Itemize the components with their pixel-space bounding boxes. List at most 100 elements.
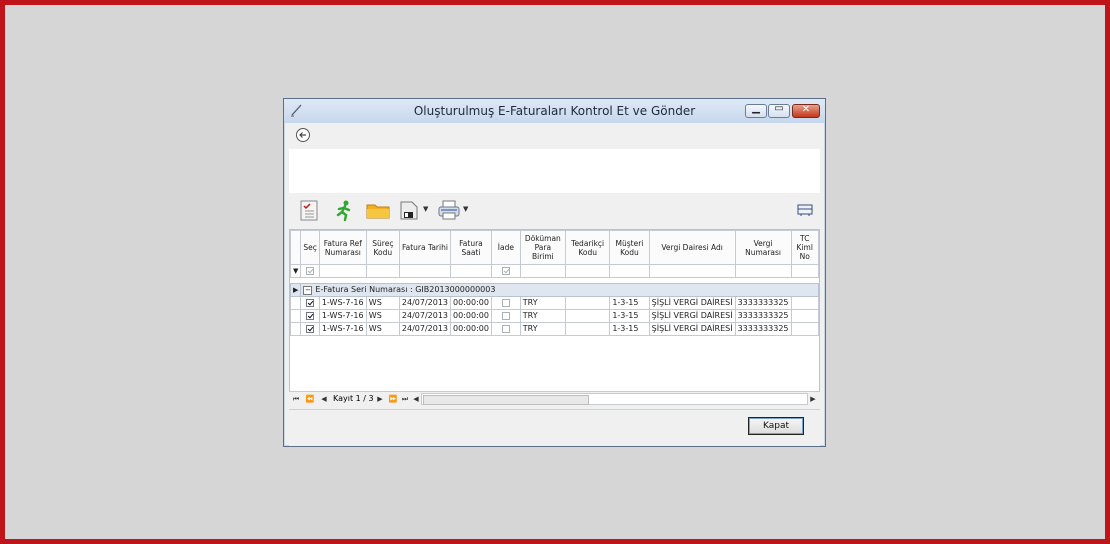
print-dropdown-icon[interactable]: ▼: [463, 205, 468, 213]
group-row[interactable]: ▶ − E-Fatura Seri Numarası : GIB201300000…: [290, 283, 819, 297]
iade-checkbox[interactable]: [501, 298, 510, 307]
checklist-icon[interactable]: [297, 199, 321, 221]
cell-musteri: 1-3-15: [609, 309, 650, 323]
column-header[interactable]: Süreç Kodu: [365, 230, 400, 265]
last-page-icon[interactable]: ⏭: [400, 394, 410, 404]
horizontal-scrollbar[interactable]: [421, 393, 808, 405]
filter-cell[interactable]: [318, 264, 367, 278]
column-header[interactable]: İade: [490, 230, 521, 265]
row-select-checkbox[interactable]: [306, 324, 315, 333]
cell-para: TRY: [519, 296, 566, 310]
column-header[interactable]: Vergi Numarası: [734, 230, 792, 265]
folder-icon[interactable]: [366, 199, 390, 221]
filter-cell[interactable]: [564, 264, 611, 278]
minimize-button[interactable]: ▁: [745, 103, 767, 118]
toolbar: ▼ ▼: [289, 196, 820, 226]
cell-saat: 00:00:00: [450, 309, 492, 323]
column-header[interactable]: Vergi Dairesi Adı: [648, 230, 736, 265]
table-row[interactable]: 1-WS-7-16 WS 24/07/2013 00:00:00 TRY 1-3…: [290, 309, 819, 323]
cell-tarih: 24/07/2013: [398, 309, 452, 323]
cell-surec: WS: [365, 309, 400, 323]
scroll-right-icon[interactable]: ▶: [808, 394, 818, 404]
first-page-icon[interactable]: ⏮: [291, 394, 301, 404]
run-icon[interactable]: [332, 199, 356, 221]
next-record-icon[interactable]: ▶: [375, 394, 385, 404]
column-header[interactable]: Seç: [300, 230, 320, 265]
column-header[interactable]: Tedarikçi Kodu: [564, 230, 611, 265]
cell-ref: 1-WS-7-16: [318, 322, 367, 336]
prev-page-icon[interactable]: ⏪: [305, 394, 315, 404]
filter-checkbox[interactable]: [306, 266, 315, 275]
cell-vergi-dairesi: ŞİŞLİ VERGİ DAİRESİ: [648, 309, 736, 323]
iade-checkbox[interactable]: [501, 324, 510, 333]
close-button[interactable]: ✕: [792, 104, 820, 118]
print-icon[interactable]: [437, 199, 461, 221]
filter-cell[interactable]: [398, 264, 452, 278]
cell-musteri: 1-3-15: [609, 322, 650, 336]
column-header[interactable]: Fatura Ref Numarası: [318, 230, 367, 265]
filter-icon[interactable]: ▼: [290, 264, 302, 278]
invoice-table: Seç Fatura Ref Numarası Süreç Kodu Fatur…: [290, 230, 819, 336]
scrollbar-thumb[interactable]: [423, 395, 589, 405]
table-row[interactable]: 1-WS-7-16 WS 24/07/2013 00:00:00 TRY 1-3…: [290, 296, 819, 310]
filter-cell[interactable]: [365, 264, 400, 278]
cell-ref: 1-WS-7-16: [318, 309, 367, 323]
layout-icon[interactable]: [797, 203, 813, 217]
iade-checkbox[interactable]: [501, 311, 510, 320]
cell-vergi-no: 3333333325: [734, 309, 792, 323]
filter-cell[interactable]: [450, 264, 492, 278]
cell-vergi-no: 3333333325: [734, 322, 792, 336]
filter-cell[interactable]: [648, 264, 736, 278]
dialog-footer: Kapat: [289, 409, 820, 446]
record-navigator: ⏮ ⏪ ◀ Kayıt 1 / 3 ▶ ⏩ ⏭ ◀ ▶: [289, 391, 820, 407]
title-bar: Oluşturulmuş E-Faturaları Kontrol Et ve …: [284, 99, 825, 123]
filter-cell[interactable]: [300, 264, 320, 278]
cell-musteri: 1-3-15: [609, 296, 650, 310]
filter-row: ▼: [290, 264, 819, 278]
cell-tc: [790, 296, 819, 310]
back-arrow-icon[interactable]: [295, 127, 311, 143]
cell-vergi-no: 3333333325: [734, 296, 792, 310]
next-page-icon[interactable]: ⏩: [388, 394, 398, 404]
cell-tc: [790, 322, 819, 336]
cell-saat: 00:00:00: [450, 296, 492, 310]
row-select-checkbox[interactable]: [306, 298, 315, 307]
filter-cell[interactable]: [519, 264, 566, 278]
record-counter: Kayıt 1 / 3: [333, 394, 374, 403]
minimize-icon: ▁: [752, 103, 760, 114]
header-row: Seç Fatura Ref Numarası Süreç Kodu Fatur…: [290, 230, 819, 265]
invoice-grid: Seç Fatura Ref Numarası Süreç Kodu Fatur…: [289, 229, 820, 407]
filter-cell[interactable]: [790, 264, 819, 278]
close-dialog-button[interactable]: Kapat: [748, 417, 804, 435]
column-header[interactable]: Müşteri Kodu: [609, 230, 650, 265]
cell-para: TRY: [519, 309, 566, 323]
window-title: Oluşturulmuş E-Faturaları Kontrol Et ve …: [413, 104, 696, 118]
cell-surec: WS: [365, 322, 400, 336]
save-icon[interactable]: [397, 199, 421, 221]
filter-cell[interactable]: [609, 264, 650, 278]
cell-tc: [790, 309, 819, 323]
row-pointer-icon: ▶: [290, 283, 302, 297]
prev-record-icon[interactable]: ◀: [319, 394, 329, 404]
collapse-icon[interactable]: −: [303, 286, 313, 295]
filter-checkbox[interactable]: [501, 266, 510, 275]
maximize-icon: ▭: [774, 103, 784, 114]
maximize-button[interactable]: ▭: [768, 103, 790, 118]
column-header[interactable]: Döküman Para Birimi: [519, 230, 566, 265]
dialog-window: Oluşturulmuş E-Faturaları Kontrol Et ve …: [283, 98, 826, 447]
filter-cell[interactable]: [734, 264, 792, 278]
row-select-checkbox[interactable]: [306, 311, 315, 320]
cell-tedarikci: [564, 296, 611, 310]
info-panel: [289, 149, 820, 193]
filter-cell[interactable]: [490, 264, 521, 278]
cell-saat: 00:00:00: [450, 322, 492, 336]
cell-tedarikci: [564, 309, 611, 323]
save-dropdown-icon[interactable]: ▼: [423, 205, 428, 213]
table-row[interactable]: 1-WS-7-16 WS 24/07/2013 00:00:00 TRY 1-3…: [290, 322, 819, 336]
cell-para: TRY: [519, 322, 566, 336]
scroll-left-icon[interactable]: ◀: [411, 394, 421, 404]
column-header[interactable]: Fatura Tarihi: [398, 230, 452, 265]
group-label: E-Fatura Seri Numarası : GIB201300000000…: [315, 285, 496, 294]
column-header[interactable]: Fatura Saati: [450, 230, 492, 265]
column-header[interactable]: TC Kiml No: [790, 230, 819, 265]
